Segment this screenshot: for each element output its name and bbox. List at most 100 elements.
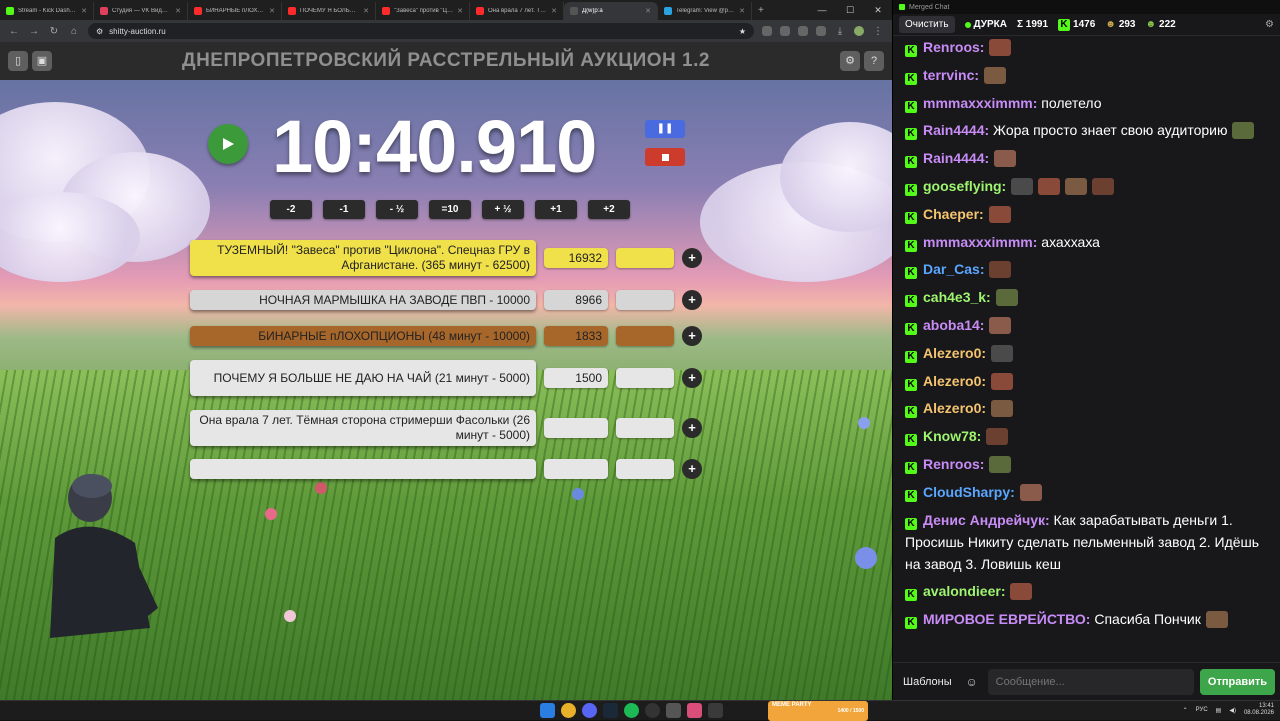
help-icon[interactable]: ?	[864, 51, 884, 71]
save-icon[interactable]: ▣	[32, 51, 52, 71]
lot-name-field[interactable]: Она врала 7 лет. Тёмная сторона стримерш…	[190, 410, 536, 446]
tab-close-icon[interactable]: ✕	[457, 7, 463, 15]
chat-username[interactable]: Chaeper:	[923, 206, 984, 222]
sidebar-toggle-icon[interactable]: ▯	[8, 51, 28, 71]
time-adjust-button[interactable]: -2	[270, 200, 312, 219]
lot-amount-field[interactable]: 1833	[544, 326, 608, 346]
clock[interactable]: 13:41 08.08.2026	[1244, 703, 1274, 717]
steam-icon[interactable]	[603, 703, 618, 718]
browser-tab[interactable]: Д(w)р:а ✕	[564, 2, 658, 20]
time-adjust-button[interactable]: +2	[588, 200, 630, 219]
extension-icon[interactable]	[762, 26, 772, 36]
lot-add-button[interactable]: +	[682, 459, 702, 479]
back-icon[interactable]: ←	[8, 26, 20, 37]
time-adjust-button[interactable]: -1	[323, 200, 365, 219]
chat-username[interactable]: CloudSharpy:	[923, 484, 1015, 500]
pause-button[interactable]: ❚❚	[645, 120, 685, 138]
lot-add-amount-input[interactable]	[616, 418, 674, 438]
browser-tab[interactable]: БИНАРНЫЕ пЛОХОПЦИОНЫ ✕	[188, 2, 282, 20]
tab-close-icon[interactable]: ✕	[363, 7, 369, 15]
new-tab-button[interactable]: +	[752, 2, 770, 20]
time-adjust-button[interactable]: - ½	[376, 200, 418, 219]
lot-amount-field[interactable]: 8966	[544, 290, 608, 310]
meme-party-widget[interactable]: MEME PARTY 1400 / 1500	[768, 701, 868, 721]
tab-close-icon[interactable]: ✕	[269, 7, 275, 15]
tab-close-icon[interactable]: ✕	[739, 7, 745, 15]
browser-tab[interactable]: ПОЧЕМУ Я БОЛЬШЕ НЕ ДАЮ✕	[282, 2, 376, 20]
browser-tab[interactable]: "Завеса" против "Циклона"✕	[376, 2, 470, 20]
chat-username[interactable]: Rain4444:	[923, 122, 989, 138]
browser-tab[interactable]: Stream - Kick Dashboard ✕	[0, 2, 94, 20]
time-adjust-button[interactable]: =10	[429, 200, 471, 219]
lot-name-field[interactable]	[190, 459, 536, 479]
tab-close-icon[interactable]: ✕	[81, 7, 87, 15]
lot-amount-field[interactable]: 16932	[544, 248, 608, 268]
chat-username[interactable]: cah4e3_k:	[923, 289, 991, 305]
profile-avatar[interactable]	[854, 26, 864, 36]
tab-close-icon[interactable]: ✕	[645, 7, 651, 15]
network-icon[interactable]: ▤	[1216, 707, 1222, 714]
message-input[interactable]	[987, 668, 1194, 695]
windows-start-icon[interactable]	[540, 703, 555, 718]
lot-name-field[interactable]: ПОЧЕМУ Я БОЛЬШЕ НЕ ДАЮ НА ЧАЙ (21 минут …	[190, 360, 536, 396]
chrome-icon[interactable]	[561, 703, 576, 718]
chevron-up-icon[interactable]: ⌃	[1183, 707, 1188, 714]
time-adjust-button[interactable]: + ½	[482, 200, 524, 219]
chat-username[interactable]: Dar_Cas:	[923, 261, 984, 277]
send-button[interactable]: Отправить	[1199, 668, 1275, 695]
chat-username[interactable]: Know78:	[923, 428, 981, 444]
lot-add-amount-input[interactable]	[616, 326, 674, 346]
templates-button[interactable]: Шаблоны	[899, 676, 956, 688]
extension-icon[interactable]	[798, 26, 808, 36]
app-icon[interactable]	[687, 703, 702, 718]
extension-icon[interactable]	[780, 26, 790, 36]
clear-chat-button[interactable]: Очистить	[899, 16, 955, 33]
chat-username[interactable]: Alezero0:	[923, 373, 986, 389]
lot-add-button[interactable]: +	[682, 418, 702, 438]
reload-icon[interactable]: ↻	[48, 26, 60, 37]
browser-tab[interactable]: Telegram: View @podvodsi ✕	[658, 2, 752, 20]
chat-settings-icon[interactable]: ⚙	[1265, 19, 1274, 30]
app-icon[interactable]	[666, 703, 681, 718]
lot-amount-field[interactable]	[544, 459, 608, 479]
lot-add-button[interactable]: +	[682, 326, 702, 346]
home-icon[interactable]: ⌂	[68, 26, 80, 37]
menu-kebab-icon[interactable]: ⋮	[872, 26, 884, 37]
chat-username[interactable]: aboba14:	[923, 317, 984, 333]
chat-username[interactable]: Rain4444:	[923, 150, 989, 166]
settings-gear-icon[interactable]: ⚙	[840, 51, 860, 71]
chat-username[interactable]: gooseflying:	[923, 178, 1006, 194]
time-adjust-button[interactable]: +1	[535, 200, 577, 219]
discord-icon[interactable]	[582, 703, 597, 718]
bookmark-star-icon[interactable]: ★	[739, 27, 746, 36]
app-icon[interactable]	[708, 703, 723, 718]
minimize-icon[interactable]: —	[808, 0, 836, 20]
chat-username[interactable]: mmmaxxximmm:	[923, 95, 1037, 111]
tab-close-icon[interactable]: ✕	[551, 7, 557, 15]
address-bar[interactable]: ⚙ shitty-auction.ru ★	[88, 23, 754, 39]
chat-username[interactable]: Alezero0:	[923, 345, 986, 361]
chat-username[interactable]: avalondieer:	[923, 583, 1005, 599]
lot-add-amount-input[interactable]	[616, 248, 674, 268]
emoji-icon[interactable]: ☺	[962, 675, 982, 689]
chat-username[interactable]: terrvinc:	[923, 67, 979, 83]
download-icon[interactable]: ⤓	[834, 26, 846, 37]
browser-tab[interactable]: Студия — VK Видео Live ✕	[94, 2, 188, 20]
lot-name-field[interactable]: БИНАРНЫЕ пЛОХОПЦИОНЫ (48 минут - 10000)	[190, 326, 536, 346]
browser-tab[interactable]: Она врала 7 лет. Тёмная✕	[470, 2, 564, 20]
lot-add-button[interactable]: +	[682, 368, 702, 388]
chat-username[interactable]: МИРОВОЕ ЕВРЕЙСТВО:	[923, 611, 1090, 627]
chat-username[interactable]: Alezero0:	[923, 400, 986, 416]
extension-icon[interactable]	[816, 26, 826, 36]
volume-icon[interactable]: ◀)	[1229, 707, 1236, 714]
maximize-icon[interactable]: ☐	[836, 0, 864, 20]
chat-username[interactable]: Renroos:	[923, 39, 984, 55]
lot-name-field[interactable]: ТУЗЕМНЫЙ! "Завеса" против "Циклона". Спе…	[190, 240, 536, 276]
close-window-icon[interactable]: ✕	[864, 0, 892, 20]
obs-icon[interactable]	[645, 703, 660, 718]
lot-add-amount-input[interactable]	[616, 290, 674, 310]
site-info-icon[interactable]: ⚙	[96, 27, 103, 36]
lot-amount-field[interactable]: 1500	[544, 368, 608, 388]
chat-username[interactable]: Денис Андрейчук:	[923, 512, 1050, 528]
lot-add-amount-input[interactable]	[616, 368, 674, 388]
